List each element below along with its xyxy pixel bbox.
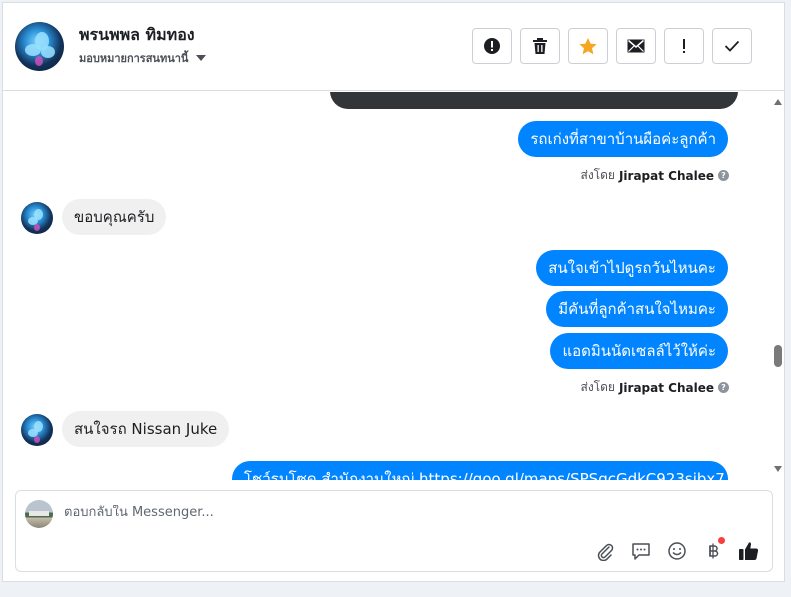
paperclip-icon [597, 543, 614, 561]
chat-bubble-icon [632, 543, 650, 560]
sent-by-label: ส่งโดย Jirapat Chalee ? [580, 166, 729, 185]
message-bubble-outgoing[interactable] [330, 92, 738, 109]
sent-by-agent: Jirapat Chalee [618, 380, 714, 395]
message-list[interactable]: รถเก่งที่สาขาบ้านผือค่ะลูกค้า ส่งโดย Jir… [3, 92, 771, 480]
assign-conversation-dropdown[interactable]: มอบหมายการสนทนานี้ [79, 49, 207, 67]
thumbs-up-icon [739, 542, 759, 560]
attach-button[interactable] [593, 539, 617, 563]
question-icon[interactable]: ? [718, 382, 729, 393]
contact-name: พรนพพล ทิมทอง [79, 25, 195, 44]
assign-conversation-label: มอบหมายการสนทนานี้ [79, 52, 189, 65]
message-bubble-outgoing[interactable]: มีคันที่ลูกค้าสนใจไหมคะ [546, 291, 728, 327]
mark-important-button[interactable] [664, 28, 704, 64]
conversation-panel: พรนพพล ทิมทอง มอบหมายการสนทนานี้ รถเก่งท… [2, 2, 785, 582]
scroll-thumb[interactable] [774, 345, 782, 367]
smiley-icon [668, 542, 686, 560]
star-button[interactable] [568, 28, 608, 64]
check-icon [724, 40, 740, 52]
message-bubble-outgoing[interactable]: แอดมินนัดเซลล์ไว้ให้ค่ะ [550, 333, 728, 369]
message-bubble-incoming[interactable]: ขอบคุณครับ [62, 199, 167, 235]
page-avatar [25, 500, 53, 528]
sent-by-prefix: ส่งโดย [580, 168, 615, 182]
reply-input[interactable] [64, 505, 564, 520]
message-scrollbar[interactable] [771, 92, 786, 480]
notification-dot [718, 537, 725, 544]
like-button[interactable] [737, 539, 761, 563]
alert-button[interactable] [472, 28, 512, 64]
payment-button[interactable] [701, 537, 725, 563]
sent-by-agent: Jirapat Chalee [618, 168, 714, 183]
envelope-icon [627, 39, 645, 53]
baht-icon [709, 543, 719, 559]
question-icon[interactable]: ? [718, 170, 729, 181]
conversation-header: พรนพพล ทิมทอง มอบหมายการสนทนานี้ [3, 3, 784, 91]
message-bubble-outgoing-link[interactable]: โชว์รูมโซด สำนักงานใหญ่ https://goo.gl/m… [232, 461, 728, 480]
delete-button[interactable] [520, 28, 560, 64]
trash-icon [533, 38, 547, 54]
star-icon [579, 37, 597, 54]
emoji-button[interactable] [665, 539, 689, 563]
sent-by-label: ส่งโดย Jirapat Chalee ? [580, 378, 729, 397]
contact-avatar-small [21, 414, 53, 446]
exclamation-circle-icon [484, 38, 500, 54]
contact-avatar-small [21, 202, 53, 234]
message-bubble-incoming[interactable]: สนใจรถ Nissan Juke [62, 411, 230, 447]
scroll-up-arrow-icon[interactable] [774, 99, 782, 105]
caret-down-icon [196, 55, 207, 61]
exclamation-icon [683, 39, 685, 53]
mail-button[interactable] [616, 28, 656, 64]
scroll-down-arrow-icon[interactable] [774, 466, 782, 472]
contact-avatar[interactable] [15, 22, 64, 71]
message-bubble-outgoing[interactable]: รถเก่งที่สาขาบ้านผือค่ะลูกค้า [518, 121, 728, 157]
sent-by-prefix: ส่งโดย [580, 380, 615, 394]
done-button[interactable] [712, 28, 752, 64]
saved-replies-button[interactable] [629, 539, 653, 563]
reply-composer [15, 490, 773, 572]
message-bubble-outgoing[interactable]: สนใจเข้าไปดูรถวันไหนคะ [536, 250, 728, 286]
